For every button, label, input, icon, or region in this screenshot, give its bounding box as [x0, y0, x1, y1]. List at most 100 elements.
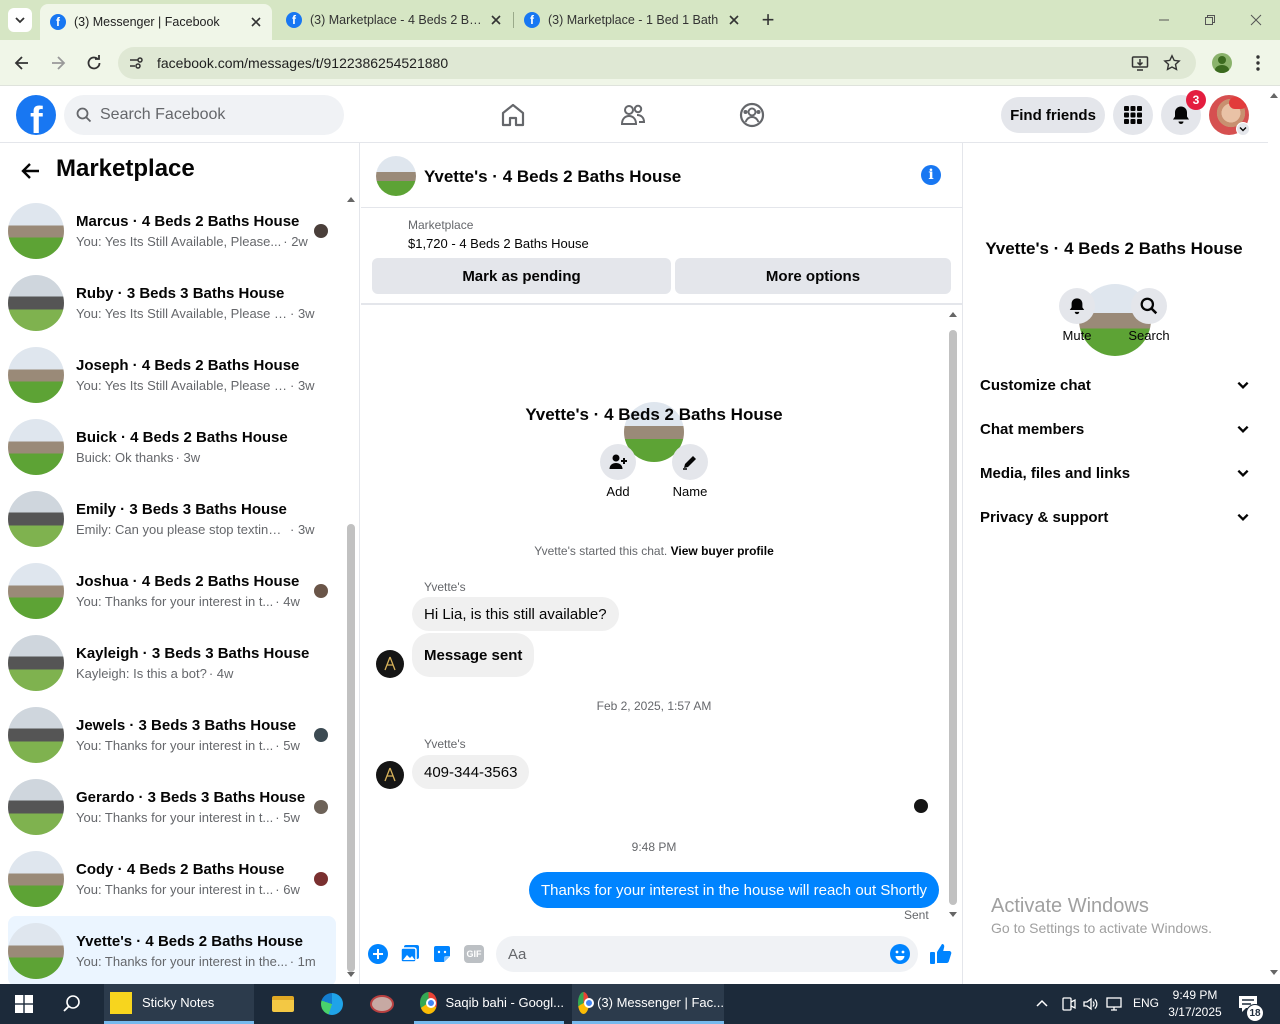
forward-arrow-icon[interactable] — [49, 54, 67, 72]
menu-grid-button[interactable] — [1113, 95, 1153, 135]
mute-button[interactable] — [1059, 288, 1095, 324]
conversation-item[interactable]: Emily · 3 Beds 3 Baths House Emily: Can y… — [8, 484, 336, 554]
conversation-item[interactable]: Cody · 4 Beds 2 Baths House You: Thanks f… — [8, 844, 336, 914]
conversation-item[interactable]: Gerardo · 3 Beds 3 Baths House You: Thank… — [8, 772, 336, 842]
taskbar-chrome-messenger[interactable]: (3) Messenger | Fac... — [572, 984, 724, 1024]
emoji-icon[interactable] — [890, 944, 910, 964]
chevron-up-icon[interactable] — [1036, 998, 1048, 1008]
conversation-avatar — [8, 491, 64, 547]
network-icon[interactable] — [1106, 996, 1124, 1012]
profile-avatar-icon[interactable] — [1212, 53, 1232, 73]
clock-time[interactable]: 9:49 PM — [1162, 988, 1228, 1002]
composer-placeholder: Aa — [508, 945, 527, 963]
tab-search-button[interactable] — [8, 8, 32, 32]
conversation-text: Joseph · 4 Beds 2 Baths House You: Yes It… — [76, 357, 316, 393]
conversation-item[interactable]: Joseph · 4 Beds 2 Baths House You: Yes It… — [8, 340, 336, 410]
edit-name-button[interactable] — [672, 444, 708, 480]
scroll-up-icon[interactable] — [1270, 92, 1278, 98]
restore-icon[interactable] — [1204, 14, 1216, 26]
message-composer-input[interactable]: Aa — [496, 936, 918, 972]
site-info-icon[interactable] — [128, 55, 144, 71]
back-arrow-icon[interactable] — [13, 54, 31, 72]
conversation-item[interactable]: Jewels · 3 Beds 3 Baths House You: Thanks… — [8, 700, 336, 770]
conversation-preview: Kayleigh: Is this a bot? — [76, 666, 207, 681]
listing-price[interactable]: $1,720 - 4 Beds 2 Baths House — [408, 236, 589, 251]
gif-icon[interactable]: GIF — [464, 945, 484, 963]
taskbar-search-icon[interactable] — [62, 994, 82, 1014]
message-bubble[interactable]: Message sent — [412, 633, 535, 677]
groups-icon[interactable] — [739, 102, 765, 128]
reload-icon[interactable] — [85, 54, 103, 72]
chat-header-avatar[interactable] — [376, 156, 416, 196]
taskbar-app-pinned[interactable] — [370, 984, 396, 1024]
conversation-item[interactable]: Marcus · 4 Beds 2 Baths House You: Yes It… — [8, 196, 336, 266]
sticker-icon[interactable] — [432, 944, 452, 964]
scroll-down-icon[interactable] — [949, 912, 957, 918]
conversation-list-scrollbar[interactable] — [347, 524, 355, 972]
close-window-icon[interactable] — [1250, 14, 1262, 26]
conversation-info-icon[interactable]: i — [921, 165, 941, 185]
plus-circle-icon[interactable] — [368, 944, 388, 964]
back-arrow-icon[interactable] — [20, 160, 42, 182]
section-label: Media, files and links — [980, 464, 1131, 482]
facebook-logo-icon[interactable]: f — [16, 95, 56, 135]
language-indicator[interactable]: ENG — [1133, 996, 1159, 1010]
browser-tab-marketplace-2[interactable]: f (3) Marketplace - 1 Bed 1 Bath — [514, 0, 750, 40]
my-message-bubble[interactable]: Thanks for your interest in the house wi… — [529, 872, 940, 908]
sender-avatar[interactable] — [376, 761, 404, 789]
conversation-item[interactable]: Ruby · 3 Beds 3 Baths House You: Yes Its … — [8, 268, 336, 338]
install-app-icon[interactable] — [1131, 54, 1149, 72]
account-chevron-icon[interactable] — [1236, 122, 1250, 136]
customize-chat-section[interactable]: Customize chat — [980, 363, 1250, 407]
thumbs-up-icon[interactable] — [929, 942, 953, 966]
message-bubble[interactable]: Hi Lia, is this still available? — [412, 597, 619, 631]
new-tab-button[interactable]: + — [756, 6, 780, 34]
browser-tab-marketplace-1[interactable]: f (3) Marketplace - 4 Beds 2 Bath — [276, 0, 512, 40]
search-in-conversation-button[interactable] — [1131, 288, 1167, 324]
browser-tab-messenger[interactable]: f (3) Messenger | Facebook — [40, 4, 272, 40]
conversation-avatar — [8, 923, 64, 979]
close-icon[interactable] — [728, 14, 740, 26]
conversation-item[interactable]: Yvette's · 4 Beds 2 Baths House You: Than… — [8, 916, 336, 986]
chat-members-section[interactable]: Chat members — [980, 407, 1250, 451]
photo-icon[interactable] — [400, 944, 420, 964]
find-friends-button[interactable]: Find friends — [1001, 97, 1105, 133]
conversation-item[interactable]: Buick · 4 Beds 2 Baths House Buick: Ok th… — [8, 412, 336, 482]
media-files-links-section[interactable]: Media, files and links — [980, 451, 1250, 495]
clock-date[interactable]: 3/17/2025 — [1162, 1005, 1228, 1019]
privacy-support-section[interactable]: Privacy & support — [980, 495, 1250, 539]
mark-as-pending-button[interactable]: Mark as pending — [372, 258, 671, 294]
close-icon[interactable] — [490, 14, 502, 26]
scroll-up-icon[interactable] — [949, 311, 957, 317]
scroll-up-icon[interactable] — [347, 196, 355, 202]
scroll-down-icon[interactable] — [347, 972, 355, 978]
friends-icon[interactable] — [620, 102, 646, 128]
conversation-preview-row: You: Yes Its Still Available, Please... ·… — [76, 234, 316, 249]
chat-scrollbar[interactable] — [949, 330, 957, 905]
minimize-icon[interactable] — [1158, 14, 1170, 26]
taskbar-edge[interactable] — [321, 984, 345, 1024]
view-buyer-profile-link[interactable]: View buyer profile — [671, 544, 774, 558]
message-bubble[interactable]: 409-344-3563 — [412, 755, 530, 789]
taskbar-sticky-notes[interactable]: Sticky Notes — [104, 984, 254, 1024]
conversation-item[interactable]: Joshua · 4 Beds 2 Baths House You: Thanks… — [8, 556, 336, 626]
meet-now-icon[interactable] — [1060, 996, 1076, 1012]
browser-menu-icon[interactable] — [1250, 54, 1266, 72]
home-icon[interactable] — [500, 102, 526, 128]
bookmark-star-icon[interactable] — [1163, 54, 1181, 72]
windows-start-icon[interactable] — [15, 995, 33, 1013]
add-people-button[interactable] — [600, 444, 636, 480]
taskbar-file-explorer[interactable] — [272, 984, 296, 1024]
scroll-down-icon[interactable] — [1270, 970, 1278, 976]
more-options-button[interactable]: More options — [675, 258, 951, 294]
tab-title: (3) Marketplace - 1 Bed 1 Bath — [548, 13, 719, 27]
chat-title[interactable]: Yvette's · 4 Beds 2 Baths House — [424, 167, 681, 187]
url-text[interactable]: facebook.com/messages/t/9122386254521880 — [157, 55, 448, 71]
page-scrollbar[interactable] — [1268, 88, 1280, 984]
taskbar-chrome-saqib[interactable]: Saqib bahi - Googl... — [414, 984, 564, 1024]
conversation-item[interactable]: Kayleigh · 3 Beds 3 Baths House Kayleigh:… — [8, 628, 336, 698]
close-icon[interactable] — [250, 16, 262, 28]
sender-avatar[interactable] — [376, 650, 404, 678]
facebook-search-input[interactable]: Search Facebook — [64, 95, 344, 135]
volume-icon[interactable] — [1082, 996, 1098, 1012]
